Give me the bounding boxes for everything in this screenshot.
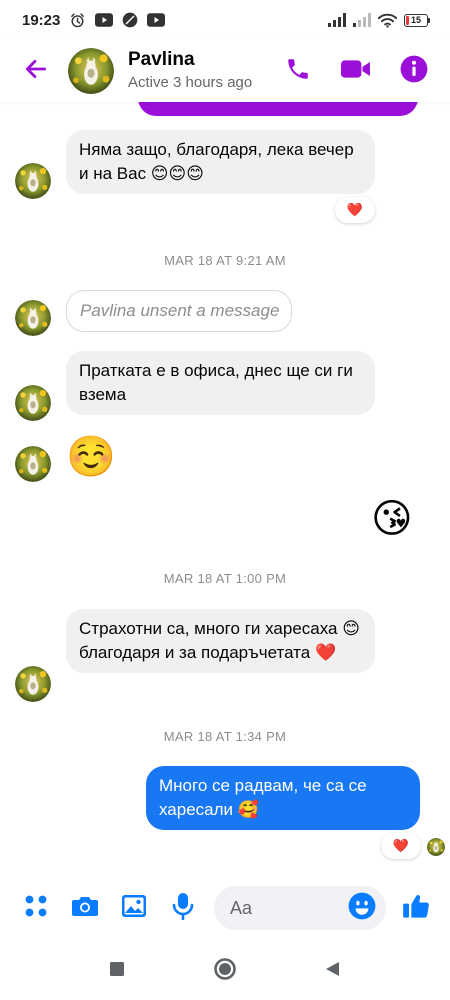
message-timestamp: MAR 18 AT 1:34 PM — [163, 729, 287, 744]
emoji-button[interactable] — [346, 892, 378, 924]
conversation-header: Pavlina Active 3 hours ago — [0, 40, 450, 102]
previous-message-bubble — [138, 102, 418, 116]
video-camera-icon — [341, 57, 371, 86]
sender-avatar[interactable] — [15, 300, 51, 336]
status-time: 19:23 — [22, 11, 61, 29]
youtube-icon — [95, 13, 114, 27]
more-actions-button[interactable] — [16, 888, 56, 928]
incoming-message[interactable]: Няма защо, благодаря, лека вечер и на Ва… — [66, 130, 375, 194]
back-button[interactable] — [12, 47, 60, 95]
sender-avatar[interactable] — [15, 446, 51, 482]
signal-icon — [328, 13, 346, 27]
voice-message-button[interactable] — [163, 888, 203, 928]
wifi-icon — [378, 13, 397, 28]
seen-indicator-avatar — [427, 838, 445, 856]
heart-reaction-icon: ❤️ — [392, 838, 410, 853]
home-circle-icon — [213, 957, 237, 986]
thumbs-up-icon — [402, 892, 430, 925]
incoming-message[interactable]: Пратката е в офиса, днес ще си ги взема — [66, 351, 375, 415]
message-reaction[interactable]: ❤️ — [381, 833, 421, 859]
phone-icon — [285, 56, 311, 87]
unsent-message-notice: Pavlina unsent a message — [66, 290, 292, 332]
signal-icon — [353, 13, 371, 27]
emoji-icon — [348, 892, 376, 925]
youtube-icon — [147, 13, 166, 27]
back-nav-button[interactable] — [315, 953, 351, 989]
message-timestamp: MAR 18 AT 9:21 AM — [164, 253, 286, 268]
contact-name: Pavlina — [128, 49, 195, 70]
recents-square-icon — [109, 961, 125, 982]
message-input[interactable] — [230, 897, 340, 919]
incoming-message[interactable]: Страхотни са, много ги харесаха 😊 благод… — [66, 609, 375, 673]
dnd-icon — [122, 12, 138, 28]
message-timestamp: MAR 18 AT 1:00 PM — [163, 571, 287, 586]
recents-button[interactable] — [99, 953, 135, 989]
camera-icon — [71, 894, 99, 923]
message-composer — [0, 874, 450, 942]
microphone-icon — [172, 892, 194, 925]
video-call-button[interactable] — [334, 49, 378, 93]
home-button[interactable] — [207, 953, 243, 989]
send-like-button[interactable] — [396, 888, 436, 928]
outgoing-message[interactable]: Много се радвам, че са се харесали 🥰 — [146, 766, 420, 830]
incoming-emoji-message[interactable]: ☺️ — [66, 433, 116, 481]
contact-avatar[interactable] — [68, 48, 114, 94]
outgoing-emoji-message[interactable]: 😘 — [371, 495, 413, 543]
apps-grid-icon — [23, 893, 49, 924]
sender-avatar[interactable] — [15, 385, 51, 421]
audio-call-button[interactable] — [276, 49, 320, 93]
camera-button[interactable] — [65, 888, 105, 928]
message-list[interactable]: Няма защо, благодаря, лека вечер и на Ва… — [0, 102, 450, 874]
conversation-info-button[interactable] — [392, 49, 436, 93]
status-bar: 19:23 15 — [0, 0, 450, 40]
back-arrow-icon — [23, 56, 49, 87]
image-icon — [121, 894, 147, 923]
message-reaction[interactable]: ❤️ — [335, 197, 375, 223]
message-input-container[interactable] — [214, 886, 386, 930]
contact-active-status: Active 3 hours ago — [128, 74, 253, 91]
info-icon — [400, 55, 428, 88]
back-triangle-icon — [324, 960, 342, 983]
system-navigation-bar — [0, 942, 450, 1000]
battery-icon: 15 — [404, 13, 430, 27]
sender-avatar[interactable] — [15, 666, 51, 702]
alarm-icon — [69, 12, 86, 29]
gallery-button[interactable] — [114, 888, 154, 928]
sender-avatar[interactable] — [15, 163, 51, 199]
battery-percentage: 15 — [410, 15, 421, 25]
heart-reaction-icon: ❤️ — [346, 202, 364, 217]
contact-info[interactable]: Pavlina Active 3 hours ago — [128, 49, 252, 93]
